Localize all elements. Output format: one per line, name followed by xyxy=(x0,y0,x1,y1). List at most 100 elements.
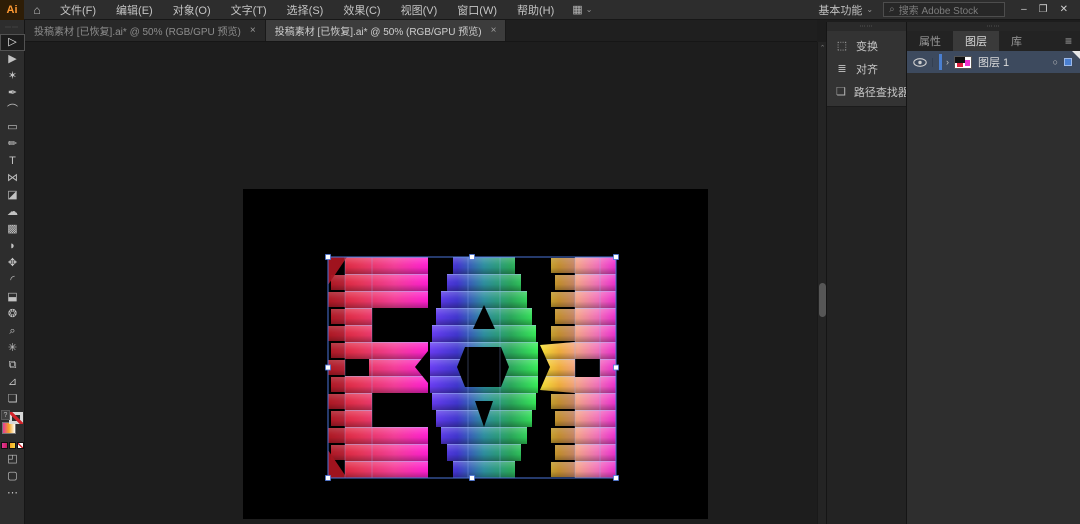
menu-window[interactable]: 窗口(W) xyxy=(447,0,507,20)
menu-select[interactable]: 选择(S) xyxy=(277,0,334,20)
layer-thumbnail[interactable] xyxy=(954,56,972,69)
right-panel: ⋯⋯ 属性 图层 库 ≡ › 图层 1 ○ xyxy=(906,22,1080,524)
menu-help[interactable]: 帮助(H) xyxy=(507,0,564,20)
screen-mode-button[interactable]: ▢ xyxy=(0,468,25,485)
layer-name[interactable]: 图层 1 xyxy=(978,54,1009,70)
magic-wand-tool[interactable]: ✶ xyxy=(0,68,25,85)
workspace-switcher[interactable]: 基本功能 ⌄ xyxy=(818,2,873,18)
selection-tool[interactable]: ▷ xyxy=(0,34,25,51)
selection-handle[interactable] xyxy=(614,476,619,481)
color-mode-buttons xyxy=(0,442,24,449)
eye-icon xyxy=(913,58,927,67)
artwork-selected-ribbon-text[interactable] xyxy=(243,189,708,519)
dock-drag-handle[interactable]: ⋯⋯ xyxy=(827,22,906,31)
eraser-tool[interactable]: ◪ xyxy=(0,187,25,204)
symbol-sprayer-tool[interactable]: ✥ xyxy=(0,255,25,272)
eyedropper-tool[interactable]: ◗ xyxy=(0,238,25,255)
adobe-stock-search[interactable]: ⌕ 搜索 Adobe Stock xyxy=(883,2,1005,17)
letter-right-bar[interactable] xyxy=(540,257,616,478)
menu-effect[interactable]: 效果(C) xyxy=(333,0,390,20)
chevron-down-icon: ⌄ xyxy=(586,5,593,14)
app-logo[interactable]: Ai xyxy=(0,0,24,20)
tools-panel: ⋯⋯ ▷ ▶ ✶ ✒ ⌒ ▭ ✏ T ⋈ ◪ ☁ ▩ ◗ ✥ ◜ ⬓ ❂ ⌕ ✳… xyxy=(0,20,25,524)
menu-object[interactable]: 对象(O) xyxy=(163,0,221,20)
restore-button[interactable]: ❐ xyxy=(1039,4,1048,15)
menu-file[interactable]: 文件(F) xyxy=(50,0,106,20)
collapsed-panel-dock: ⋯⋯ ⬚ 变换 ≣ 对齐 ❏ 路径查找器 xyxy=(826,22,906,524)
rectangle-tool[interactable]: ▭ xyxy=(0,119,25,136)
selection-handle[interactable] xyxy=(470,476,475,481)
menu-view[interactable]: 视图(V) xyxy=(391,0,448,20)
close-button[interactable]: ✕ xyxy=(1060,4,1068,15)
artboard[interactable] xyxy=(243,189,708,519)
gradient-button[interactable] xyxy=(9,442,16,449)
letter-left-E[interactable] xyxy=(328,257,428,478)
panel-button-label: 对齐 xyxy=(856,61,878,77)
layer-row-selected[interactable]: › 图层 1 ○ xyxy=(907,51,1080,73)
direct-selection-tool[interactable]: ▶ xyxy=(0,51,25,68)
tab-properties[interactable]: 属性 xyxy=(907,31,953,51)
gradient-tool[interactable]: ▩ xyxy=(0,221,25,238)
panel-button-pathfinder[interactable]: ❏ 路径查找器 xyxy=(827,80,906,103)
document-tab-1[interactable]: 投稿素材 [已恢复].ai* @ 50% (RGB/GPU 预览) × xyxy=(25,20,266,41)
pencil-tool[interactable]: ✏ xyxy=(0,136,25,153)
close-tab-icon[interactable]: × xyxy=(250,25,256,36)
blob-brush-tool[interactable]: ☁ xyxy=(0,204,25,221)
selection-handle[interactable] xyxy=(326,255,331,260)
zoom-tool[interactable]: ⌕ xyxy=(0,323,25,340)
edit-toolbar-more-button[interactable]: ⋯ xyxy=(0,485,25,502)
panel-button-label: 变换 xyxy=(856,38,878,54)
width-tool[interactable]: ❂ xyxy=(0,306,25,323)
rotate-view-tool[interactable]: ✳ xyxy=(0,340,25,357)
layer-selection-indicator[interactable] xyxy=(1064,58,1072,66)
chevron-down-icon: ⌄ xyxy=(866,5,873,14)
layer-visibility-toggle[interactable] xyxy=(907,58,933,67)
panel-drag-handle[interactable]: ⋯⋯ xyxy=(907,22,1080,31)
search-icon: ⌕ xyxy=(889,4,895,15)
canvas-vertical-scrollbar[interactable]: ⌃ xyxy=(817,42,826,524)
scrollbar-thumb[interactable] xyxy=(819,283,826,317)
menu-type[interactable]: 文字(T) xyxy=(221,0,277,20)
search-placeholder: 搜索 Adobe Stock xyxy=(899,2,978,17)
tools-panel-handle[interactable]: ⋯⋯ xyxy=(0,20,24,34)
document-tab-title: 投稿素材 [已恢复].ai* @ 50% (RGB/GPU 预览) xyxy=(275,23,482,38)
fill-stroke-indicator[interactable]: ? xyxy=(0,410,25,440)
minimize-button[interactable]: – xyxy=(1021,4,1027,15)
tab-libraries[interactable]: 库 xyxy=(999,31,1034,51)
draw-mode-button[interactable]: ◰ xyxy=(0,451,25,468)
menu-edit[interactable]: 编辑(E) xyxy=(106,0,163,20)
arc-tool[interactable]: ◜ xyxy=(0,272,25,289)
selection-handle[interactable] xyxy=(326,365,331,370)
layer-target-icon[interactable]: ○ xyxy=(1053,57,1058,67)
panel-menu-icon[interactable]: ≡ xyxy=(1057,31,1080,51)
curvature-tool[interactable]: ⌒ xyxy=(0,102,25,119)
close-tab-icon[interactable]: × xyxy=(491,25,497,36)
panel-button-transform[interactable]: ⬚ 变换 xyxy=(827,34,906,57)
arrange-documents-button[interactable]: ▦ ⌄ xyxy=(572,3,592,16)
panel-button-align[interactable]: ≣ 对齐 xyxy=(827,57,906,80)
stroke-none-slash-icon xyxy=(9,412,23,424)
shape-builder-tool[interactable]: ⧉ xyxy=(0,357,25,374)
perspective-grid-tool[interactable]: ⊿ xyxy=(0,374,25,391)
letter-middle-diamond[interactable] xyxy=(430,257,538,478)
fill-question-badge: ? xyxy=(1,410,10,420)
canvas-pasteboard[interactable] xyxy=(25,42,817,524)
selection-handle[interactable] xyxy=(614,365,619,370)
type-tool[interactable]: T xyxy=(0,153,25,170)
document-tab-2-active[interactable]: 投稿素材 [已恢复].ai* @ 50% (RGB/GPU 预览) × xyxy=(266,20,507,41)
artboard-tool[interactable]: ⬓ xyxy=(0,289,25,306)
home-icon[interactable]: ⌂ xyxy=(24,3,50,17)
swap-fill-stroke-icon[interactable]: ❏ xyxy=(0,391,25,408)
none-button[interactable] xyxy=(17,442,24,449)
selection-handle[interactable] xyxy=(470,255,475,260)
layer-expand-chevron[interactable]: › xyxy=(946,57,949,67)
layer-color-bar xyxy=(939,54,942,70)
blend-tool[interactable]: ⋈ xyxy=(0,170,25,187)
selection-handle[interactable] xyxy=(326,476,331,481)
illustrator-window: Ai ⌂ 文件(F) 编辑(E) 对象(O) 文字(T) 选择(S) 效果(C)… xyxy=(0,0,1080,524)
document-tab-bar: 投稿素材 [已恢复].ai* @ 50% (RGB/GPU 预览) × 投稿素材… xyxy=(25,20,817,42)
tab-layers[interactable]: 图层 xyxy=(953,31,999,51)
pen-tool[interactable]: ✒ xyxy=(0,85,25,102)
color-button[interactable] xyxy=(1,442,8,449)
selection-handle[interactable] xyxy=(614,255,619,260)
